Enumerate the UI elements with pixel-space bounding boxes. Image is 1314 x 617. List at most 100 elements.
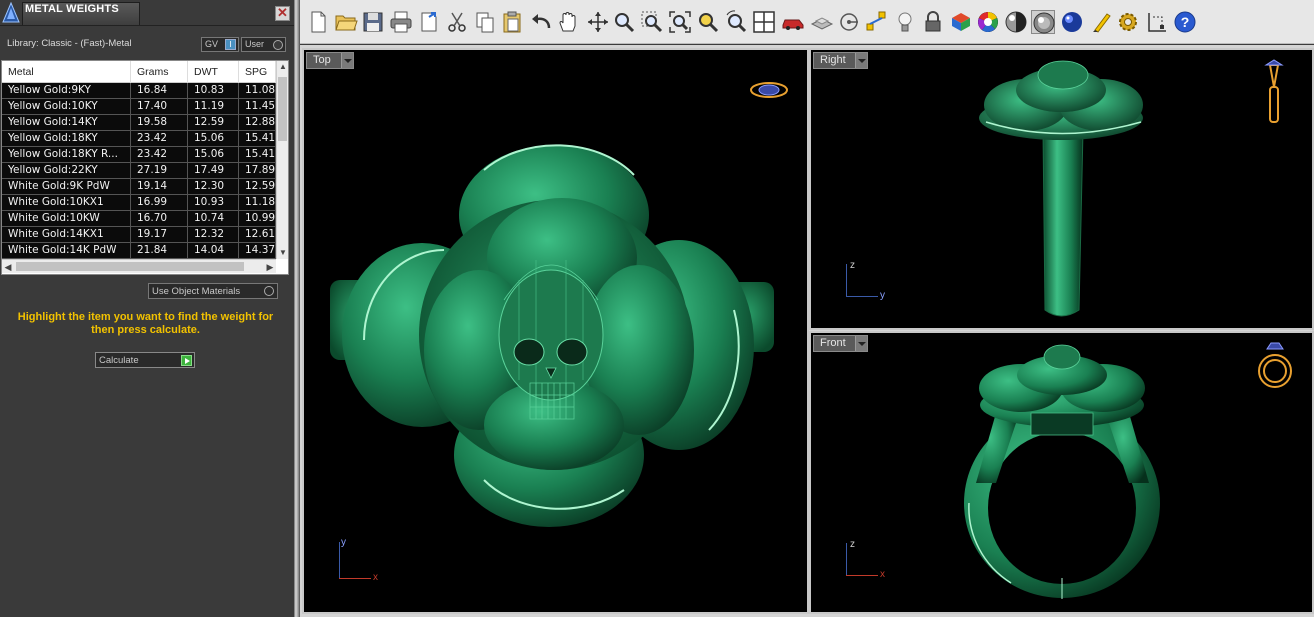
user-label: User	[245, 39, 265, 49]
table-cell: Yellow Gold:9KY	[2, 83, 131, 98]
horizontal-scrollbar[interactable]: ◀ ▶	[2, 259, 276, 273]
gv-toggle-knob: I	[225, 39, 236, 50]
dimension-icon[interactable]	[1145, 10, 1169, 34]
column-header-grams[interactable]: Grams	[131, 61, 188, 83]
svg-text:?: ?	[1181, 14, 1190, 30]
lock-icon[interactable]	[921, 10, 945, 34]
scroll-right-icon[interactable]: ▶	[264, 260, 276, 274]
axis-x-label: x	[880, 569, 885, 580]
table-cell: 19.14	[131, 179, 188, 194]
zoom-icon[interactable]	[612, 10, 636, 34]
table-row[interactable]: Yellow Gold:10KY 17.40 11.19 11.45	[2, 99, 276, 115]
table-cell: 11.45	[239, 99, 276, 114]
scroll-up-icon[interactable]: ▲	[277, 61, 289, 73]
table-cell: White Gold:9K PdW	[2, 179, 131, 194]
cut-icon[interactable]	[445, 10, 469, 34]
user-toggle[interactable]: User	[241, 37, 286, 52]
column-header-dwt[interactable]: DWT	[188, 61, 239, 83]
axis-z-label: z	[850, 539, 855, 550]
scrollbar-thumb[interactable]	[278, 77, 287, 141]
table-cell: Yellow Gold:18KY	[2, 131, 131, 146]
zoom-dynamic-icon[interactable]	[724, 10, 748, 34]
front-viewport[interactable]: Front z x	[809, 331, 1314, 614]
zoom-extents-icon[interactable]	[668, 10, 692, 34]
print-icon[interactable]	[389, 10, 413, 34]
table-cell: White Gold:10KX1	[2, 195, 131, 210]
table-cell: 11.18	[239, 195, 276, 210]
undo-icon[interactable]	[529, 10, 553, 34]
table-row[interactable]: Yellow Gold:14KY 19.58 12.59 12.88	[2, 115, 276, 131]
table-header: Metal Grams DWT SPG	[2, 61, 276, 83]
calculate-button[interactable]: Calculate	[95, 352, 195, 368]
right-viewport[interactable]: Right z y	[809, 48, 1314, 330]
blue-sphere-icon[interactable]	[1060, 10, 1084, 34]
table-cell: 23.42	[131, 147, 188, 162]
open-folder-icon[interactable]	[334, 10, 358, 34]
table-cell: 12.61	[239, 227, 276, 242]
table-row[interactable]: White Gold:14KX1 19.17 12.32 12.61	[2, 227, 276, 243]
point-edit-icon[interactable]	[865, 10, 889, 34]
scroll-left-icon[interactable]: ◀	[2, 260, 14, 274]
scroll-down-icon[interactable]: ▼	[277, 247, 289, 259]
top-viewport[interactable]: Top y x	[302, 48, 809, 614]
radio-icon	[273, 40, 283, 50]
table-cell: 15.06	[188, 147, 239, 162]
metal-weights-panel: METAL WEIGHTS ✕ Library: Classic - (Fast…	[0, 0, 294, 617]
table-cell: 15.06	[188, 131, 239, 146]
light-bulb-icon[interactable]	[893, 10, 917, 34]
paste-icon[interactable]	[500, 10, 524, 34]
scrollbar-thumb[interactable]	[16, 262, 244, 271]
save-icon[interactable]	[361, 10, 385, 34]
table-cell: 10.93	[188, 195, 239, 210]
close-icon[interactable]: ✕	[275, 6, 290, 21]
table-cell: 12.59	[239, 179, 276, 194]
table-row[interactable]: White Gold:10KX1 16.99 10.93 11.18	[2, 195, 276, 211]
table-cell: 12.59	[188, 115, 239, 130]
table-row[interactable]: White Gold:9K PdW 19.14 12.30 12.59	[2, 179, 276, 195]
top-view-render	[330, 82, 788, 527]
table-row[interactable]: Yellow Gold:22KY 27.19 17.49 17.89	[2, 163, 276, 179]
zoom-window-icon[interactable]	[640, 10, 664, 34]
radio-icon	[264, 286, 274, 296]
column-header-metal[interactable]: Metal	[2, 61, 131, 83]
column-header-spg[interactable]: SPG	[239, 61, 276, 83]
use-object-materials-toggle[interactable]: Use Object Materials	[148, 283, 278, 299]
viewport-area: Top y x Right z y Front z x	[300, 45, 1314, 617]
render-sphere-icon[interactable]	[1031, 10, 1055, 34]
highlighter-icon[interactable]	[1090, 10, 1114, 34]
table-cell: 10.99	[239, 211, 276, 226]
table-cell: 12.30	[188, 179, 239, 194]
front-view-render	[964, 342, 1292, 599]
shade-sphere-icon[interactable]	[1004, 10, 1028, 34]
rotate-view-icon[interactable]	[586, 10, 610, 34]
table-cell: 14.37	[239, 243, 276, 258]
help-icon[interactable]: ?	[1173, 10, 1197, 34]
table-row[interactable]: Yellow Gold:18KY R... 23.42 15.06 15.41	[2, 147, 276, 163]
pan-hand-icon[interactable]	[556, 10, 580, 34]
zoom-selected-icon[interactable]	[696, 10, 720, 34]
copy-icon[interactable]	[473, 10, 497, 34]
gv-toggle[interactable]: GV I	[201, 37, 239, 52]
layers-icon[interactable]	[810, 10, 834, 34]
axis-y-label: y	[880, 290, 885, 301]
gv-label: GV	[205, 39, 219, 49]
materials-icon[interactable]	[949, 10, 973, 34]
four-viewports-icon[interactable]	[752, 10, 776, 34]
table-cell: 12.32	[188, 227, 239, 242]
table-cell: 15.41	[239, 131, 276, 146]
settings-gear-icon[interactable]	[1116, 10, 1140, 34]
vertical-scrollbar[interactable]: ▲ ▼	[276, 61, 288, 259]
play-icon	[181, 355, 192, 366]
table-cell: 15.41	[239, 147, 276, 162]
table-cell: 16.84	[131, 83, 188, 98]
table-row[interactable]: Yellow Gold:9KY 16.84 10.83 11.08	[2, 83, 276, 99]
new-file-icon[interactable]	[306, 10, 330, 34]
table-cell: White Gold:14KX1	[2, 227, 131, 242]
color-wheel-icon[interactable]	[976, 10, 1000, 34]
import-icon[interactable]	[417, 10, 441, 34]
table-row[interactable]: Yellow Gold:18KY 23.42 15.06 15.41	[2, 131, 276, 147]
snap-icon[interactable]	[837, 10, 861, 34]
table-row[interactable]: White Gold:14K PdW 21.84 14.04 14.37	[2, 243, 276, 259]
car-icon[interactable]	[781, 10, 805, 34]
table-row[interactable]: White Gold:10KW 16.70 10.74 10.99	[2, 211, 276, 227]
